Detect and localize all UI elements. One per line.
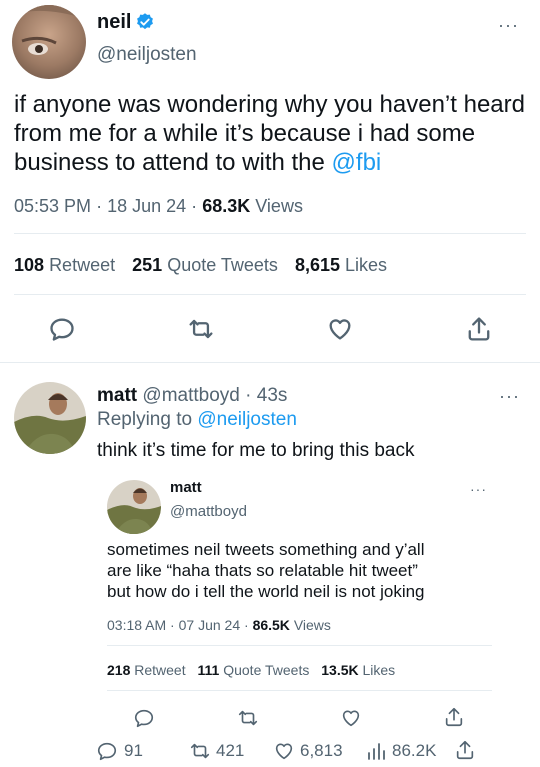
display-name-row: neil bbox=[97, 9, 155, 35]
reply-footer: 91 421 6,813 86.2K bbox=[96, 740, 536, 764]
replying-label: Replying to bbox=[97, 409, 193, 430]
verified-badge-icon bbox=[135, 12, 155, 32]
tweet-stats: 108 Retweet 251 Quote Tweets 8,615 Likes bbox=[14, 255, 387, 276]
meta-separator: · bbox=[244, 617, 249, 633]
quoted-stats: 218 Retweet 111 Quote Tweets 13.5K Likes bbox=[107, 662, 395, 678]
quoted-text-line: but how do i tell the world neil is not … bbox=[107, 582, 425, 601]
replying-mention-link[interactable]: @neiljosten bbox=[197, 409, 297, 430]
meta-separator: · bbox=[245, 385, 252, 406]
retweets-count: 108 bbox=[14, 255, 45, 275]
tweet-text-body: if anyone was wondering why you haven’t … bbox=[14, 91, 525, 176]
tweet-time[interactable]: 05:53 PM bbox=[14, 196, 91, 216]
tweet-date[interactable]: 18 Jun 24 bbox=[107, 196, 186, 216]
retweet-icon[interactable] bbox=[186, 315, 216, 343]
quoted-text-line: are like “haha thats so relatable hit tw… bbox=[107, 561, 418, 580]
more-options-icon[interactable]: ··· bbox=[498, 16, 519, 34]
reply-action[interactable]: 91 bbox=[96, 740, 143, 762]
views-label: Views bbox=[255, 196, 303, 216]
likes-count: 8,615 bbox=[294, 255, 340, 275]
likes-count: 13.5K bbox=[321, 662, 359, 678]
views-count: 86.5K bbox=[252, 617, 290, 633]
retweet-count: 421 bbox=[216, 741, 245, 760]
mention-link[interactable]: @fbi bbox=[332, 149, 382, 176]
display-name[interactable]: matt bbox=[97, 385, 137, 406]
replying-to: Replying to @neiljosten bbox=[97, 409, 297, 431]
divider bbox=[14, 233, 526, 234]
divider bbox=[107, 690, 492, 691]
like-icon[interactable] bbox=[325, 315, 355, 343]
share-icon[interactable] bbox=[443, 705, 465, 729]
reply-age[interactable]: 43s bbox=[257, 385, 288, 406]
quoted-text-line: sometimes neil tweets something and y’al… bbox=[107, 540, 425, 559]
retweet-icon[interactable] bbox=[236, 707, 260, 729]
share-icon[interactable] bbox=[465, 314, 493, 344]
like-count: 6,813 bbox=[300, 741, 343, 760]
like-icon bbox=[272, 740, 296, 762]
reply-icon[interactable] bbox=[48, 315, 76, 343]
views-label: Views bbox=[293, 617, 331, 633]
display-name[interactable]: neil bbox=[97, 11, 131, 34]
avatar[interactable] bbox=[107, 480, 161, 534]
retweets-label: Retweet bbox=[49, 255, 116, 275]
retweet-action[interactable]: 421 bbox=[188, 740, 244, 762]
retweet-icon bbox=[188, 740, 212, 762]
tweet-meta: 05:53 PM · 18 Jun 24 · 68.3K Views bbox=[14, 196, 303, 217]
handle[interactable]: @neiljosten bbox=[97, 44, 197, 66]
divider bbox=[14, 294, 526, 295]
quoted-display-name[interactable]: matt bbox=[170, 479, 202, 496]
views-action[interactable]: 86.2K bbox=[366, 740, 436, 762]
reply-icon[interactable] bbox=[133, 707, 155, 729]
divider bbox=[0, 362, 540, 363]
retweets-stat[interactable]: 218 Retweet bbox=[107, 662, 190, 678]
handle[interactable]: @mattboyd bbox=[142, 385, 239, 406]
tweet-date[interactable]: 07 Jun 24 bbox=[179, 617, 241, 633]
quotes-stat[interactable]: 111 Quote Tweets bbox=[198, 662, 314, 678]
meta-separator: · bbox=[191, 196, 198, 216]
like-icon[interactable] bbox=[339, 707, 363, 729]
quoted-text: sometimes neil tweets something and y’al… bbox=[107, 539, 425, 602]
like-action[interactable]: 6,813 bbox=[272, 740, 343, 762]
reply-text: think it’s time for me to bring this bac… bbox=[97, 440, 415, 461]
avatar[interactable] bbox=[12, 5, 86, 79]
reply-header: matt @mattboyd · 43s bbox=[97, 385, 287, 407]
views-chart-icon bbox=[366, 740, 388, 762]
quoted-handle[interactable]: @mattboyd bbox=[170, 503, 247, 520]
quotes-count: 111 bbox=[197, 662, 220, 678]
meta-separator: · bbox=[96, 196, 103, 216]
quoted-meta: 03:18 AM · 07 Jun 24 · 86.5K Views bbox=[107, 617, 331, 633]
tweet-text: if anyone was wondering why you haven’t … bbox=[14, 90, 529, 177]
likes-stat[interactable]: 13.5K Likes bbox=[321, 662, 395, 678]
likes-label: Likes bbox=[345, 255, 388, 275]
quotes-label: Quote Tweets bbox=[223, 662, 310, 678]
views-count: 86.2K bbox=[392, 741, 437, 760]
tweet-time[interactable]: 03:18 AM bbox=[107, 617, 166, 633]
likes-label: Likes bbox=[362, 662, 396, 678]
views-count: 68.3K bbox=[202, 196, 251, 216]
retweets-stat[interactable]: 108 Retweet bbox=[14, 255, 120, 275]
retweets-label: Retweet bbox=[134, 662, 186, 678]
share-icon[interactable] bbox=[454, 738, 476, 762]
reply-count: 91 bbox=[124, 741, 143, 760]
avatar[interactable] bbox=[14, 382, 86, 454]
retweets-count: 218 bbox=[107, 662, 131, 678]
quotes-count: 251 bbox=[132, 255, 163, 275]
meta-separator: · bbox=[170, 617, 175, 633]
likes-stat[interactable]: 8,615 Likes bbox=[295, 255, 387, 275]
divider bbox=[107, 645, 492, 646]
quotes-label: Quote Tweets bbox=[167, 255, 278, 275]
more-options-icon[interactable]: ··· bbox=[499, 387, 520, 405]
quotes-stat[interactable]: 251 Quote Tweets bbox=[132, 255, 283, 275]
reply-icon bbox=[96, 740, 118, 762]
more-options-icon[interactable]: ··· bbox=[470, 482, 487, 496]
